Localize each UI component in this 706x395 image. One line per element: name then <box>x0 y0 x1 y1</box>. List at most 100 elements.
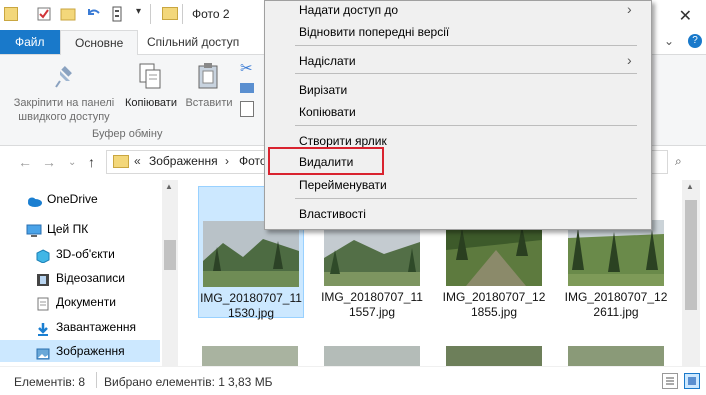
paste-button[interactable]: Вставити <box>184 96 234 110</box>
menu-item-restore-versions[interactable]: Відновити попередні версії <box>299 25 449 39</box>
divider <box>150 4 151 24</box>
film-icon <box>36 272 50 286</box>
menu-item-copy[interactable]: Копіювати <box>299 105 356 119</box>
menu-item-send-to[interactable]: Надіслати <box>299 54 356 68</box>
highlight-box <box>268 147 384 175</box>
pin-icon <box>52 65 76 92</box>
close-icon[interactable]: ✕ <box>679 6 692 26</box>
file-name-line: 1557.jpg <box>348 305 396 319</box>
pictures-icon <box>36 345 50 360</box>
document-icon <box>36 296 50 311</box>
sidebar-item-label: Зображення <box>56 344 125 358</box>
menu-item-create-shortcut[interactable]: Створити ярлик <box>299 134 387 148</box>
help-icon[interactable]: ? <box>688 34 702 48</box>
photo-thumbnail[interactable] <box>446 346 542 366</box>
sidebar-item-label: Відеозаписи <box>56 271 125 285</box>
recent-locations-icon[interactable]: ⌄ <box>68 157 76 168</box>
file-name-line: IMG_20180707_11 <box>200 291 302 305</box>
scrollbar-thumb[interactable] <box>164 240 176 270</box>
cube-icon <box>36 248 50 264</box>
scroll-up-icon[interactable]: ▲ <box>686 182 694 191</box>
tab-share[interactable]: Спільний доступ <box>133 30 253 54</box>
file-name-line: IMG_20180707_11 <box>321 290 423 304</box>
computer-icon <box>26 223 42 237</box>
navigation-pane: OneDrive Цей ПК 3D-об'єкти Відеозаписи Д… <box>0 180 178 366</box>
photo-thumbnail[interactable] <box>324 346 420 366</box>
menu-separator <box>295 73 637 74</box>
file-name: IMG_20180707_11 1530.jpg <box>199 291 303 321</box>
file-name-line: 2611.jpg <box>593 305 639 319</box>
folder-icon <box>4 7 18 21</box>
file-name: IMG_20180707_11 1557.jpg <box>320 290 424 320</box>
search-icon[interactable]: ⌕ <box>675 154 682 169</box>
scroll-up-icon[interactable]: ▲ <box>165 182 173 191</box>
file-name-line: IMG_20180707_12 <box>442 290 546 304</box>
scrollbar-thumb[interactable] <box>685 200 697 310</box>
sidebar-item-label: OneDrive <box>47 192 98 206</box>
folder-icon <box>113 155 129 168</box>
sidebar-item-label: 3D-об'єкти <box>56 247 115 261</box>
window-title: Фото 2 <box>192 7 230 21</box>
copy-button[interactable]: Копіювати <box>122 96 180 110</box>
undo-icon[interactable] <box>86 6 102 22</box>
sidebar-scrollbar[interactable]: ▲ <box>162 180 178 366</box>
menu-separator <box>295 198 637 199</box>
download-icon <box>36 321 50 336</box>
pin-quick-access-button[interactable]: Закріпити на панелі швидкого доступу <box>6 96 122 124</box>
large-icons-view-icon[interactable] <box>684 373 700 389</box>
sidebar-item-documents[interactable]: Документи <box>0 291 160 313</box>
menu-item-cut[interactable]: Вирізати <box>299 83 347 97</box>
folder-icon <box>162 7 178 20</box>
tab-file[interactable]: Файл <box>0 30 61 54</box>
item-count: Елементів: 8 <box>14 375 86 389</box>
sidebar-item-pictures[interactable]: Зображення <box>0 340 160 362</box>
file-name-line: IMG_20180707_12 <box>564 290 668 304</box>
details-view-icon[interactable] <box>662 373 678 389</box>
file-name: IMG_20180707_12 1855.jpg <box>442 290 546 320</box>
menu-separator <box>295 125 637 126</box>
customize-icon[interactable] <box>110 6 126 22</box>
cut-icon[interactable]: ✂ <box>240 59 253 77</box>
quick-access-dropdown-icon[interactable]: ▾ <box>136 6 141 17</box>
sidebar-item-3d-objects[interactable]: 3D-об'єкти <box>0 243 160 265</box>
divider <box>182 4 183 24</box>
tab-home[interactable]: Основне <box>60 30 139 55</box>
paste-icon <box>196 62 220 95</box>
pin-label-line2: швидкого доступу <box>18 111 110 123</box>
submenu-arrow-icon: › <box>627 52 632 68</box>
sidebar-item-videos[interactable]: Відеозаписи <box>0 267 160 289</box>
file-list-scrollbar[interactable]: ▲ <box>682 180 700 366</box>
sidebar-item-this-pc[interactable]: Цей ПК <box>0 218 160 240</box>
context-menu: Надати доступ до › Відновити попередні в… <box>264 0 652 230</box>
status-bar: Елементів: 8 Вибрано елементів: 1 3,83 М… <box>0 366 706 395</box>
breadcrumb-pictures[interactable]: Зображення <box>149 154 218 168</box>
copy-path-icon[interactable] <box>240 83 254 93</box>
photo-thumbnail[interactable] <box>202 346 298 366</box>
sidebar-item-label: Завантаження <box>56 320 136 334</box>
menu-item-rename[interactable]: Перейменувати <box>299 178 387 192</box>
sidebar-item-onedrive[interactable]: OneDrive <box>0 188 160 210</box>
file-name-line: 1855.jpg <box>470 305 518 319</box>
breadcrumb-separator: › <box>225 154 229 168</box>
selected-count: Вибрано елементів: 1 <box>104 375 225 389</box>
forward-icon[interactable]: → <box>42 154 56 170</box>
menu-item-properties[interactable]: Властивості <box>299 207 366 221</box>
breadcrumb-overflow[interactable]: « <box>134 154 141 168</box>
sidebar-item-downloads[interactable]: Завантаження <box>0 316 160 338</box>
paste-shortcut-icon[interactable] <box>240 101 254 117</box>
sidebar-item-label: Документи <box>56 295 116 309</box>
pin-label-line1: Закріпити на панелі <box>13 97 115 109</box>
ribbon-expand-icon[interactable]: ⌄ <box>664 34 674 48</box>
properties-icon[interactable] <box>36 6 52 22</box>
submenu-arrow-icon: › <box>627 1 632 17</box>
cloud-icon <box>26 193 42 207</box>
up-icon[interactable]: ↑ <box>88 154 95 170</box>
photo-thumbnail[interactable] <box>568 346 664 366</box>
menu-separator <box>295 45 637 46</box>
breadcrumb-photos[interactable]: Фото <box>239 154 267 168</box>
new-folder-icon[interactable] <box>60 6 76 22</box>
back-icon[interactable]: ← <box>18 154 32 170</box>
selected-size: 3,83 МБ <box>228 375 273 389</box>
sidebar-item-label: Цей ПК <box>47 222 89 236</box>
menu-item-share-with[interactable]: Надати доступ до <box>299 3 398 17</box>
